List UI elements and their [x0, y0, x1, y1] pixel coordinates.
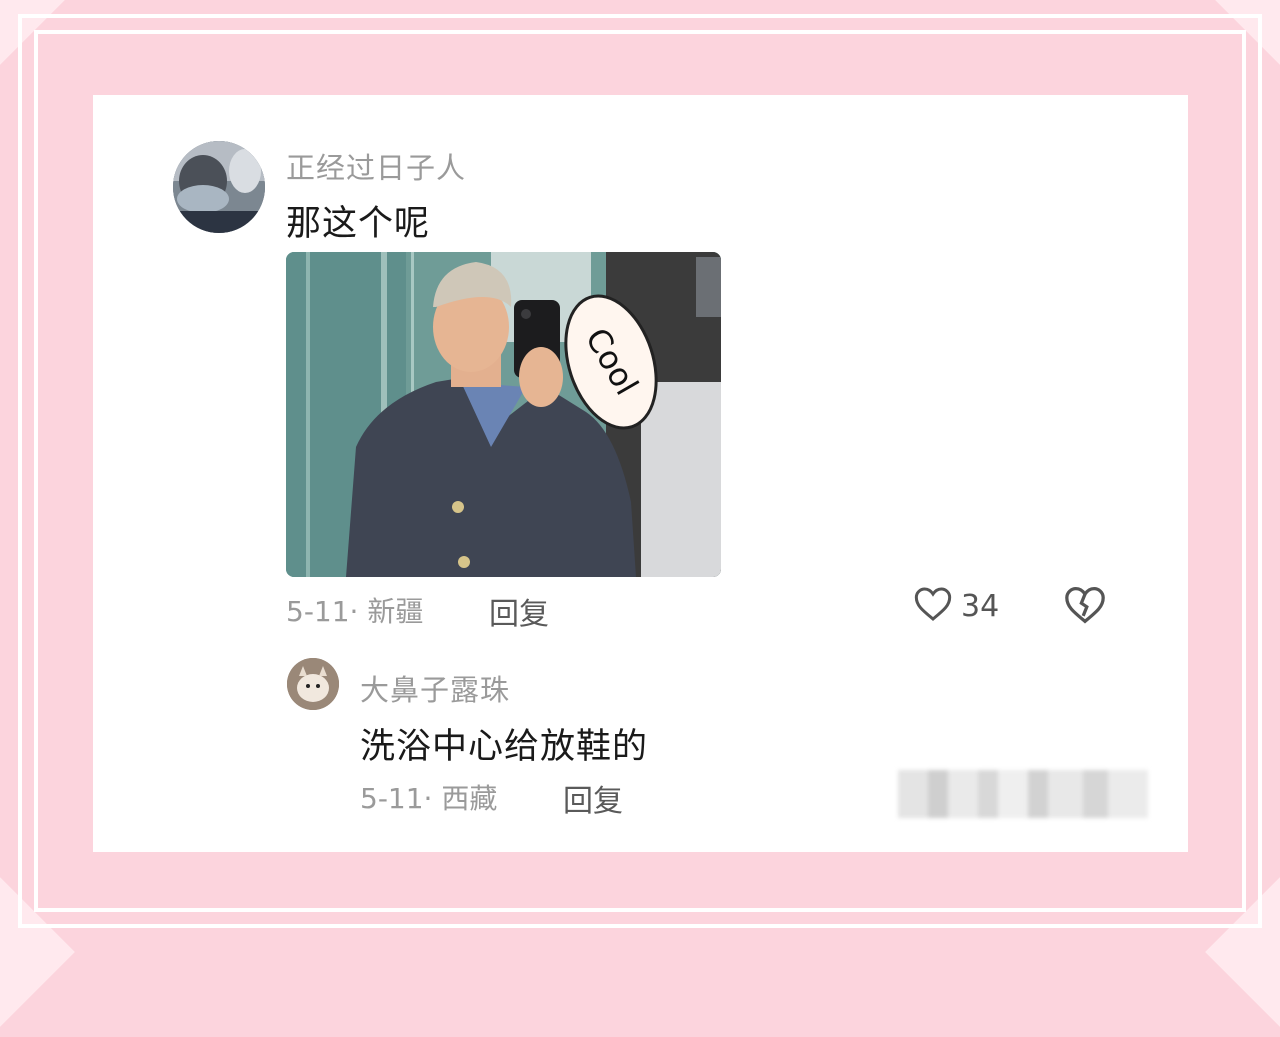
dislike-button[interactable] [1063, 585, 1107, 629]
comment-username[interactable]: 正经过日子人 [286, 145, 466, 187]
broken-heart-icon [1063, 586, 1107, 629]
reply-button[interactable]: 回复 [489, 589, 549, 633]
reply-avatar[interactable] [287, 658, 339, 710]
reply-text: 洗浴中心给放鞋的 [360, 727, 649, 767]
heart-icon [913, 585, 953, 627]
blurred-region [898, 770, 1148, 818]
reply-reply-button[interactable]: 回复 [563, 776, 623, 820]
comment-card: 正经过日子人 那这个呢 Cool 5-11· 新疆 回复 34 大鼻子露珠 洗浴… [93, 95, 1188, 852]
avatar[interactable] [173, 141, 265, 233]
comment-date-location: 5-11· 新疆 [286, 595, 424, 628]
like-count: 34 [961, 588, 1000, 624]
reply-date-location: 5-11· 西藏 [360, 782, 498, 815]
comment-photo[interactable]: Cool [286, 252, 721, 577]
comment-text: 那这个呢 [286, 204, 431, 244]
like-button[interactable]: 34 [913, 585, 999, 627]
reply-username[interactable]: 大鼻子露珠 [360, 667, 510, 709]
